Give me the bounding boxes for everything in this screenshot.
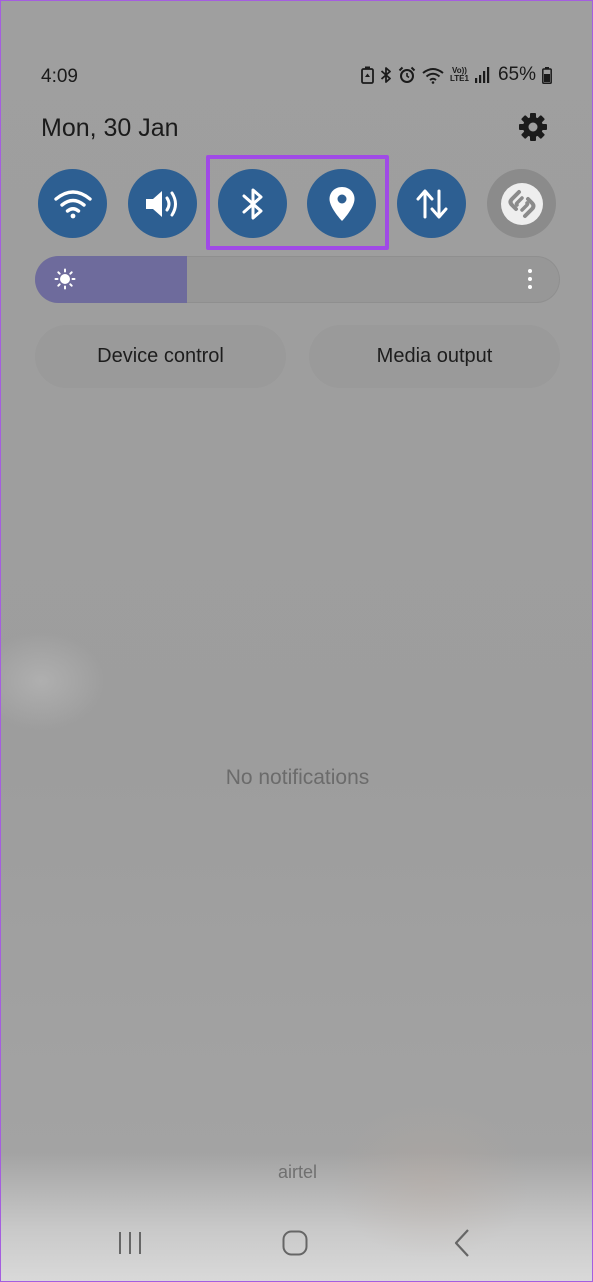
battery-icon <box>542 66 552 84</box>
volte-icon: Vo)) LTE1 <box>450 66 469 83</box>
speaker-icon <box>143 188 183 220</box>
battery-percent: 65% <box>497 64 536 85</box>
date-label: Mon, 30 Jan <box>41 114 179 142</box>
recent-apps-icon <box>117 1231 143 1260</box>
sound-toggle[interactable] <box>128 169 197 238</box>
shazam-toggle[interactable] <box>487 169 556 238</box>
shazam-icon <box>500 182 544 226</box>
wifi-toggle[interactable] <box>38 169 107 238</box>
signal-icon <box>474 67 490 83</box>
status-bar: 4:09 Vo)) LTE1 65% <box>1 61 592 91</box>
highlight-box <box>206 155 389 250</box>
status-time: 4:09 <box>41 66 78 87</box>
sun-icon <box>54 268 76 295</box>
wifi-icon <box>422 67 444 84</box>
gear-icon[interactable] <box>517 111 549 143</box>
media-output-button[interactable]: Media output <box>309 325 560 388</box>
navigation-bar <box>1 1216 592 1276</box>
no-notifications-text: No notifications <box>225 766 370 789</box>
device-control-button[interactable]: Device control <box>35 325 286 388</box>
home-button[interactable] <box>275 1228 315 1262</box>
brightness-slider[interactable] <box>35 256 560 303</box>
back-button[interactable] <box>442 1228 482 1262</box>
battery-saver-icon <box>361 66 374 84</box>
status-icons: Vo)) LTE1 65% <box>361 64 552 86</box>
bluetooth-icon <box>380 66 392 84</box>
notification-shade: 4:09 Vo)) LTE1 65% Mon, 30 Jan Device co… <box>0 0 593 1282</box>
more-options-icon[interactable] <box>522 268 538 290</box>
wifi-icon <box>53 189 92 219</box>
back-chevron-icon <box>453 1228 471 1263</box>
alarm-icon <box>398 66 416 84</box>
mobile-data-toggle[interactable] <box>397 169 466 238</box>
data-arrows-icon <box>415 187 449 221</box>
home-icon <box>281 1229 309 1262</box>
recent-apps-button[interactable] <box>110 1228 150 1262</box>
carrier-label: airtel <box>277 1162 317 1182</box>
